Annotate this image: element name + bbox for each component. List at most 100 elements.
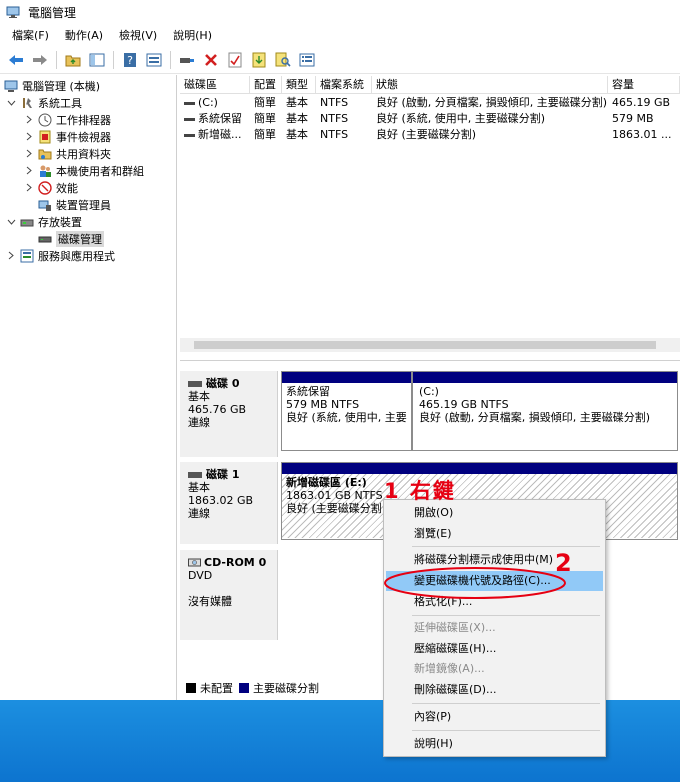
volume-row[interactable]: (C:) 簡單 基本 NTFS 良好 (啟動, 分頁檔案, 損毀傾印, 主要磁碟…	[180, 95, 680, 111]
menu-view[interactable]: 檢視(V)	[111, 27, 165, 43]
event-viewer-icon	[38, 130, 52, 144]
menu-help[interactable]: 說明(H)	[165, 27, 220, 43]
chevron-down-icon[interactable]	[6, 98, 16, 108]
chevron-right-icon[interactable]	[24, 115, 34, 125]
partition-c[interactable]: (C:) 465.19 GB NTFS 良好 (啟動, 分頁檔案, 損毀傾印, …	[412, 371, 678, 451]
clock-icon	[38, 113, 52, 127]
context-menu-explore[interactable]: 瀏覽(E)	[386, 524, 603, 544]
column-header-filesystem[interactable]: 檔案系統	[316, 76, 372, 94]
connect-icon[interactable]	[178, 51, 196, 69]
performance-icon	[38, 180, 52, 195]
disk-icon	[188, 471, 202, 478]
tree-item-root[interactable]: 電腦管理 (本機)	[4, 77, 100, 94]
chevron-right-icon[interactable]	[24, 132, 34, 142]
tree-item-task-scheduler[interactable]: 工作排程器	[24, 111, 111, 128]
import-icon[interactable]	[250, 51, 268, 69]
chevron-right-icon[interactable]	[24, 166, 34, 176]
chevron-right-icon[interactable]	[24, 183, 34, 193]
volume-filesystem-cell: NTFS	[320, 112, 349, 125]
show-hide-tree-icon[interactable]	[88, 51, 106, 69]
partition-size: 465.19 GB NTFS	[419, 398, 509, 411]
list-icon[interactable]	[298, 51, 316, 69]
disk-1-label[interactable]: 磁碟 1 基本 1863.02 GB 連線	[180, 462, 278, 544]
legend-label-primary: 主要磁碟分割	[253, 682, 319, 695]
tree-label: 效能	[56, 181, 78, 195]
help-icon[interactable]: ?	[121, 51, 139, 69]
tree-item-performance[interactable]: 效能	[24, 179, 78, 196]
tree-item-system-tools[interactable]: 系統工具	[6, 94, 82, 111]
volume-row[interactable]: 系統保留 簡單 基本 NTFS 良好 (系統, 使用中, 主要磁碟分割) 579…	[180, 111, 680, 127]
context-menu-properties[interactable]: 內容(P)	[386, 707, 603, 727]
tree-item-local-users[interactable]: 本機使用者和群組	[24, 162, 144, 179]
volume-row[interactable]: 新增磁... 簡單 基本 NTFS 良好 (主要磁碟分割) 1863.01 ..…	[180, 127, 680, 143]
context-menu-separator	[412, 703, 600, 704]
disk-size: 1863.02 GB	[188, 494, 254, 507]
context-menu: 開啟(O) 瀏覽(E) 將磁碟分割標示成使用中(M) 變更磁碟機代號及路徑(C)…	[383, 499, 606, 757]
volume-icon	[184, 133, 195, 137]
context-menu-help[interactable]: 說明(H)	[386, 734, 603, 754]
disk-type: 基本	[188, 481, 210, 494]
volume-layout-cell: 簡單	[254, 112, 276, 125]
menu-action[interactable]: 動作(A)	[57, 27, 111, 43]
partition-bar	[282, 372, 411, 383]
annotation-ellipse	[384, 567, 566, 599]
context-menu-separator	[412, 615, 600, 616]
volume-capacity-cell: 1863.01 ...	[612, 128, 672, 141]
tree-label: 裝置管理員	[56, 198, 111, 212]
chevron-right-icon[interactable]	[24, 149, 34, 159]
scrollbar-thumb[interactable]	[194, 341, 656, 349]
tree-item-device-manager[interactable]: 裝置管理員	[38, 196, 111, 213]
context-menu-separator	[412, 730, 600, 731]
forward-arrow-icon[interactable]	[31, 51, 49, 69]
cd-drive-icon	[188, 557, 201, 568]
volume-filesystem-cell: NTFS	[320, 96, 349, 109]
tree-label: 共用資料夾	[56, 147, 111, 161]
volume-status-cell: 良好 (主要磁碟分割)	[376, 128, 477, 141]
toolbar-separator	[113, 50, 114, 69]
legend-label-unallocated: 未配置	[200, 682, 233, 695]
tree-label: 工作排程器	[56, 113, 111, 127]
context-menu-shrink-volume[interactable]: 壓縮磁碟區(H)...	[386, 639, 603, 659]
folder-up-icon[interactable]	[64, 51, 82, 69]
partition-system-reserved[interactable]: 系統保留 579 MB NTFS 良好 (系統, 使用中, 主要	[281, 371, 412, 451]
check-icon[interactable]	[226, 51, 244, 69]
volume-status-cell: 良好 (啟動, 分頁檔案, 損毀傾印, 主要磁碟分割)	[376, 96, 608, 109]
disk-0-label[interactable]: 磁碟 0 基本 465.76 GB 連線	[180, 371, 278, 457]
volume-capacity-cell: 579 MB	[612, 112, 654, 125]
column-header-capacity[interactable]: 容量	[608, 76, 680, 94]
context-menu-separator	[412, 546, 600, 547]
tree-item-storage[interactable]: 存放裝置	[6, 213, 82, 230]
svg-text:?: ?	[127, 54, 133, 67]
computer-management-icon	[6, 5, 20, 19]
delete-icon[interactable]	[202, 51, 220, 69]
chevron-down-icon[interactable]	[6, 217, 16, 227]
disk-management-icon	[38, 232, 52, 246]
volume-icon	[184, 101, 195, 105]
column-header-type[interactable]: 類型	[282, 76, 316, 94]
context-menu-delete-volume[interactable]: 刪除磁碟區(D)...	[386, 680, 603, 700]
tree-label: 存放裝置	[38, 215, 82, 229]
cdrom-0-label[interactable]: CD-ROM 0 DVD 沒有媒體	[180, 550, 278, 640]
column-header-volume[interactable]: 磁碟區	[180, 76, 250, 94]
toolbar: ?	[0, 46, 680, 74]
back-arrow-icon[interactable]	[7, 51, 25, 69]
volume-type-cell: 基本	[286, 96, 308, 109]
tree-item-services-apps[interactable]: 服務與應用程式	[6, 247, 115, 264]
column-header-layout[interactable]: 配置	[250, 76, 282, 94]
disk-status: 連線	[188, 507, 210, 520]
tree-item-shared-folders[interactable]: 共用資料夾	[24, 145, 111, 162]
tree-item-event-viewer[interactable]: 事件檢視器	[24, 128, 111, 145]
search-icon[interactable]	[274, 51, 292, 69]
chevron-right-icon[interactable]	[6, 251, 16, 261]
storage-icon	[20, 215, 34, 229]
users-icon	[38, 164, 52, 178]
column-header-status[interactable]: 狀態	[372, 76, 608, 94]
cdrom-type: DVD	[188, 569, 213, 582]
volume-name-cell: (C:)	[180, 95, 250, 111]
menu-file[interactable]: 檔案(F)	[4, 27, 57, 43]
tree-item-disk-management[interactable]: 磁碟管理	[38, 230, 104, 247]
volume-filesystem-cell: NTFS	[320, 128, 349, 141]
horizontal-scrollbar[interactable]	[180, 338, 680, 352]
properties-icon[interactable]	[145, 51, 163, 69]
context-menu-open[interactable]: 開啟(O)	[386, 503, 603, 523]
